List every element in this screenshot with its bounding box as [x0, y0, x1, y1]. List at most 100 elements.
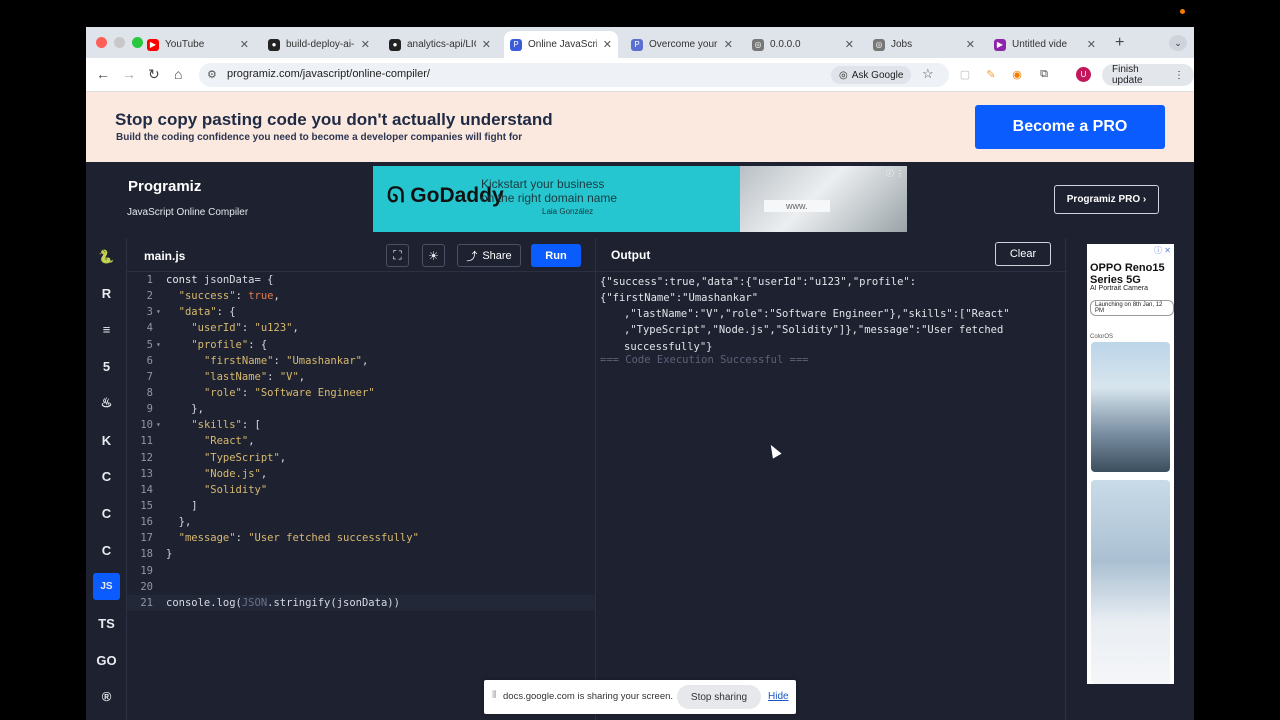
- language-r-icon[interactable]: R: [93, 280, 120, 307]
- code-line[interactable]: 10 ▾ "skills": [: [127, 417, 595, 433]
- code-text[interactable]: "userId": "u123",: [166, 320, 299, 336]
- stop-sharing-button[interactable]: Stop sharing: [677, 685, 761, 709]
- code-text[interactable]: "data": {: [166, 304, 236, 320]
- code-text[interactable]: "role": "Software Engineer": [166, 385, 375, 401]
- programiz-logo[interactable]: Programiz: [128, 178, 201, 195]
- extensions-puzzle-icon[interactable]: ⧉: [1037, 67, 1051, 81]
- code-text[interactable]: "firstName": "Umashankar",: [166, 353, 368, 369]
- profile-avatar[interactable]: U: [1076, 67, 1091, 82]
- code-line[interactable]: 19: [127, 563, 595, 579]
- code-text[interactable]: console.log(JSON.stringify(jsonData)): [166, 595, 400, 611]
- browser-tab[interactable]: ● build-deploy-ai- ✕: [262, 31, 376, 58]
- ask-google-button[interactable]: ◎ Ask Google: [831, 66, 912, 84]
- code-line[interactable]: 11 "React",: [127, 433, 595, 449]
- become-pro-button[interactable]: Become a PRO: [975, 105, 1165, 149]
- address-bar[interactable]: ⚙ programiz.com/javascript/online-compil…: [199, 63, 949, 87]
- fold-toggle-icon[interactable]: ▾: [156, 304, 161, 320]
- run-button[interactable]: Run: [531, 244, 581, 267]
- extension-placeholder-icon[interactable]: ▢: [958, 67, 972, 81]
- code-text[interactable]: "lastName": "V",: [166, 369, 305, 385]
- close-tab-icon[interactable]: ✕: [240, 38, 249, 51]
- code-text[interactable]: "skills": [: [166, 417, 261, 433]
- code-text[interactable]: "message": "User fetched successfully": [166, 530, 419, 546]
- close-window-button[interactable]: [96, 37, 107, 48]
- language-typescript-icon[interactable]: TS: [93, 610, 120, 637]
- language-kotlin-icon[interactable]: K: [93, 427, 120, 454]
- ad-info-icon[interactable]: ⓘ ⋮: [886, 168, 904, 179]
- browser-tab[interactable]: ● analytics-api/LIC ✕: [383, 31, 497, 58]
- code-text[interactable]: "React",: [166, 433, 255, 449]
- code-text[interactable]: }: [166, 546, 172, 562]
- ad-choices-icon[interactable]: ⓘ ✕: [1154, 245, 1171, 256]
- code-line[interactable]: 14 "Solidity": [127, 482, 595, 498]
- language-rust-icon[interactable]: ®: [93, 683, 120, 710]
- back-arrow-icon[interactable]: ←: [96, 66, 110, 82]
- code-line[interactable]: 18}: [127, 546, 595, 562]
- bookmark-star-icon[interactable]: ☆: [922, 66, 934, 82]
- programiz-pro-button[interactable]: Programiz PRO ›: [1054, 185, 1159, 214]
- browser-tab[interactable]: ◎ Jobs ✕: [867, 31, 981, 58]
- language-cpp-icon[interactable]: C: [93, 500, 120, 527]
- close-tab-icon[interactable]: ✕: [603, 38, 612, 51]
- code-line[interactable]: 2 "success": true,: [127, 288, 595, 304]
- code-line[interactable]: 16 },: [127, 514, 595, 530]
- browser-tab[interactable]: ◎ 0.0.0.0 ✕: [746, 31, 860, 58]
- language-html-icon[interactable]: 5: [93, 353, 120, 380]
- code-line[interactable]: 15 ]: [127, 498, 595, 514]
- minimize-window-button[interactable]: [114, 37, 125, 48]
- language-python-icon[interactable]: 🐍: [93, 243, 120, 270]
- code-line[interactable]: 20: [127, 579, 595, 595]
- code-line[interactable]: 7 "lastName": "V",: [127, 369, 595, 385]
- code-line[interactable]: 13 "Node.js",: [127, 466, 595, 482]
- code-line[interactable]: 8 "role": "Software Engineer": [127, 385, 595, 401]
- browser-tab[interactable]: ▶ YouTube ✕: [141, 31, 255, 58]
- url-text[interactable]: programiz.com/javascript/online-compiler…: [227, 68, 430, 80]
- site-info-icon[interactable]: ⚙: [207, 68, 217, 81]
- browser-tab[interactable]: ▶ Untitled vide ✕: [988, 31, 1102, 58]
- close-tab-icon[interactable]: ✕: [966, 38, 975, 51]
- code-line[interactable]: 9 },: [127, 401, 595, 417]
- language-javascript-icon[interactable]: JS: [93, 573, 120, 601]
- home-icon[interactable]: ⌂: [174, 66, 182, 82]
- browser-tab[interactable]: P Overcome your f ✕: [625, 31, 739, 58]
- browser-tab[interactable]: P Online JavaScrip ✕: [504, 31, 618, 58]
- fold-toggle-icon[interactable]: ▾: [156, 417, 161, 433]
- pencil-extension-icon[interactable]: ✎: [984, 67, 998, 81]
- language-java-icon[interactable]: ♨: [93, 390, 120, 417]
- new-tab-button[interactable]: +: [1115, 34, 1124, 52]
- close-tab-icon[interactable]: ✕: [724, 38, 733, 51]
- close-tab-icon[interactable]: ✕: [482, 38, 491, 51]
- share-button[interactable]: ⤴ Share: [457, 244, 521, 267]
- fullscreen-icon[interactable]: ⛶: [386, 244, 409, 267]
- hide-share-bar-link[interactable]: Hide: [768, 691, 789, 702]
- code-line[interactable]: 21 console.log(JSON.stringify(jsonData)): [127, 594, 595, 611]
- language-csharp-icon[interactable]: C: [93, 537, 120, 564]
- finish-update-button[interactable]: Finish update ⋮: [1102, 64, 1194, 86]
- code-text[interactable]: "TypeScript",: [166, 450, 286, 466]
- code-text[interactable]: },: [166, 514, 192, 530]
- reload-icon[interactable]: ↻: [148, 66, 160, 83]
- orange-extension-icon[interactable]: ◉: [1010, 67, 1024, 81]
- code-line[interactable]: 6 "firstName": "Umashankar",: [127, 353, 595, 369]
- close-tab-icon[interactable]: ✕: [361, 38, 370, 51]
- fold-toggle-icon[interactable]: ▾: [156, 337, 161, 353]
- code-text[interactable]: "profile": {: [166, 337, 267, 353]
- code-line[interactable]: 17 "message": "User fetched successfully…: [127, 530, 595, 546]
- code-text[interactable]: "Solidity": [166, 482, 267, 498]
- code-line[interactable]: 4 "userId": "u123",: [127, 320, 595, 336]
- code-area[interactable]: 1 const jsonData= {2 "success": true, 3 ▾ "…: [127, 272, 595, 611]
- code-text[interactable]: "Node.js",: [166, 466, 267, 482]
- language-c-icon[interactable]: C: [93, 463, 120, 490]
- clear-button[interactable]: Clear: [995, 242, 1051, 266]
- code-text[interactable]: ]: [166, 498, 197, 514]
- oppo-side-ad[interactable]: ⓘ ✕ OPPO Reno15 Series 5G AI Portrait Ca…: [1087, 244, 1174, 684]
- language-sql-icon[interactable]: ≡: [93, 316, 120, 343]
- language-go-icon[interactable]: GO: [93, 647, 120, 674]
- code-text[interactable]: },: [166, 401, 204, 417]
- code-text[interactable]: "success": true,: [166, 288, 280, 304]
- tab-search-chevron-icon[interactable]: ⌄: [1169, 35, 1187, 51]
- drag-grip-icon[interactable]: ⦀: [492, 690, 496, 701]
- file-tab[interactable]: main.js: [144, 249, 185, 263]
- forward-arrow-icon[interactable]: →: [122, 66, 136, 82]
- code-line[interactable]: 5 ▾ "profile": {: [127, 337, 595, 353]
